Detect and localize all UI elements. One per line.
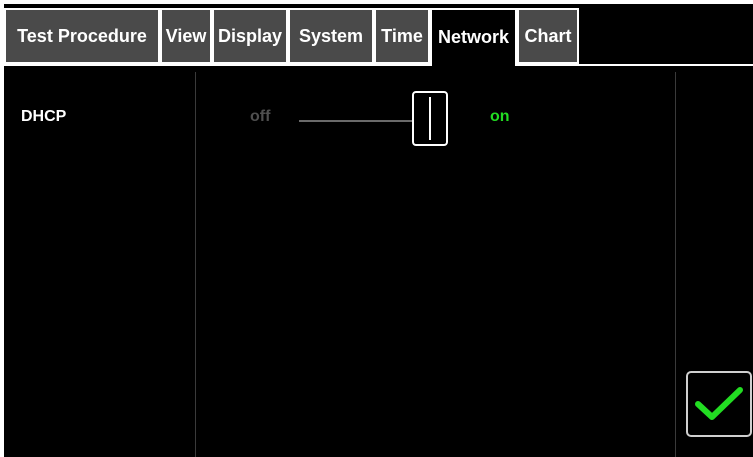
tab-label: View (165, 25, 207, 46)
toggle-grip-line (429, 97, 431, 140)
dhcp-on-label[interactable]: on (490, 108, 510, 126)
tab-label: System (298, 25, 364, 46)
checkmark-icon (695, 387, 743, 420)
tab-chart[interactable]: Chart (517, 8, 579, 64)
tab-system[interactable]: System (288, 8, 374, 64)
screen: Test Procedure View Display System Time … (4, 4, 753, 457)
tab-label: Chart (524, 25, 572, 46)
column-divider (675, 72, 676, 457)
tab-label: Test Procedure (17, 25, 147, 46)
tab-bar: Test Procedure View Display System Time … (4, 4, 753, 68)
tab-network[interactable]: Network (430, 8, 517, 68)
tab-label: Network (437, 27, 509, 47)
dhcp-toggle-knob[interactable] (412, 91, 448, 146)
dhcp-off-label[interactable]: off (250, 108, 270, 126)
tab-display[interactable]: Display (212, 8, 288, 64)
column-divider (195, 72, 196, 457)
dhcp-toggle-track[interactable] (299, 120, 417, 122)
tab-view[interactable]: View (160, 8, 212, 64)
tab-label: Display (217, 25, 283, 46)
network-settings-panel: DHCP off on (4, 66, 753, 457)
tab-test-procedure[interactable]: Test Procedure (4, 8, 160, 64)
confirm-button[interactable] (686, 371, 752, 437)
dhcp-label: DHCP (21, 108, 67, 125)
tab-label: Time (381, 25, 423, 46)
tab-time[interactable]: Time (374, 8, 430, 64)
